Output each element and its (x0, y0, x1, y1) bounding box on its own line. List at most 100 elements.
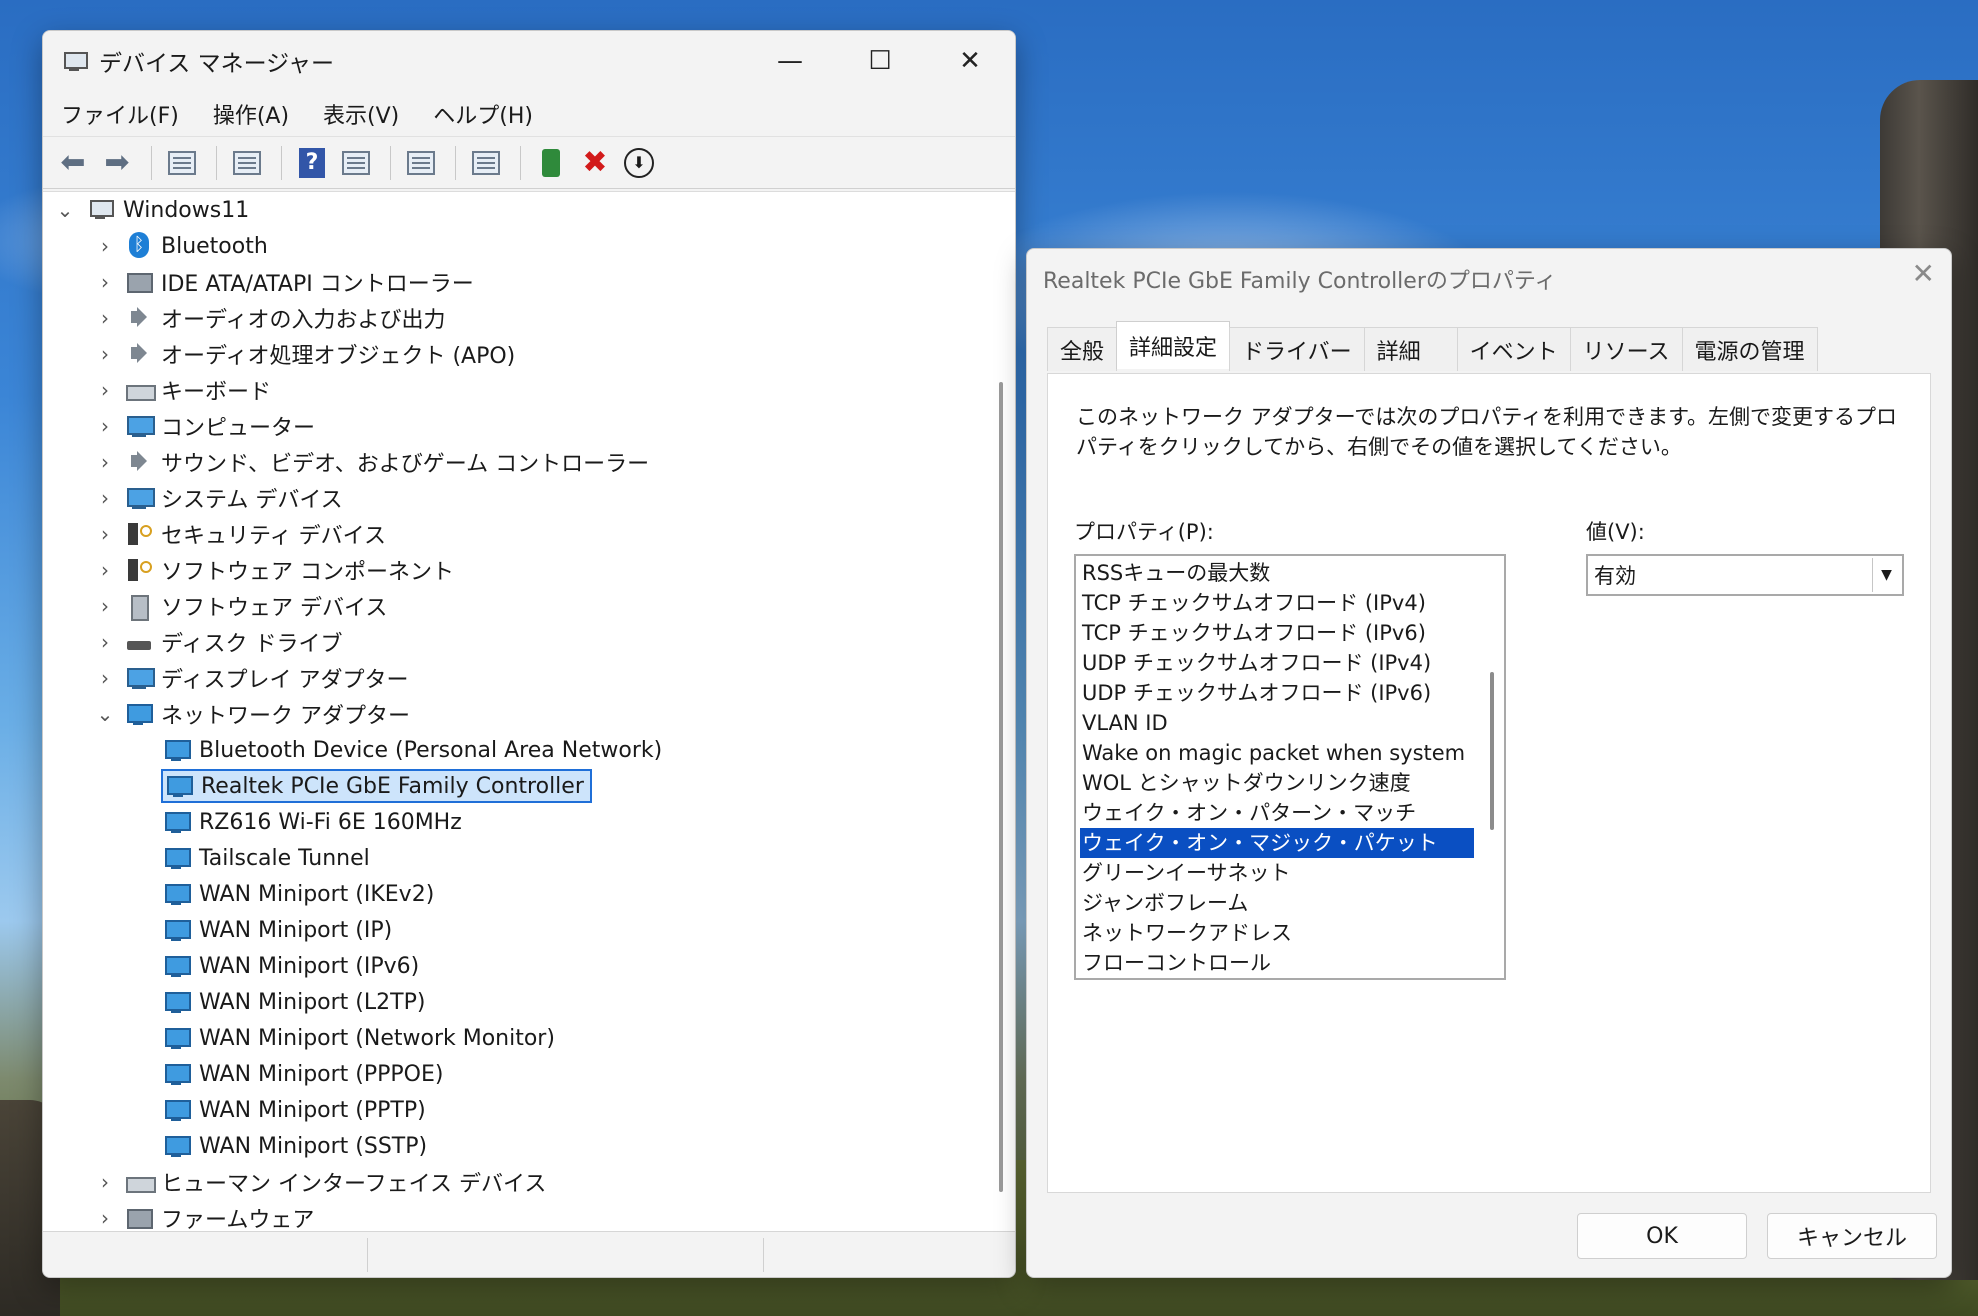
hid-icon (125, 1169, 156, 1195)
tree-root[interactable]: ⌄ Windows11 (53, 192, 250, 228)
network-adapter-item[interactable]: WAN Miniport (IP) (163, 912, 392, 948)
menu-action[interactable]: 操作(A) (213, 98, 289, 130)
action-pane-icon[interactable] (336, 143, 376, 183)
chevron-right-icon[interactable]: › (93, 378, 117, 402)
chevron-right-icon[interactable]: › (93, 306, 117, 330)
property-item-selected[interactable]: ウェイク・オン・マジック・パケット (1080, 828, 1474, 858)
chevron-right-icon[interactable]: › (93, 666, 117, 690)
display-devices-icon[interactable] (466, 143, 506, 183)
network-adapter-item[interactable]: WAN Miniport (IKEv2) (163, 876, 434, 912)
help-icon[interactable]: ? (292, 143, 332, 183)
property-item[interactable]: UDP チェックサムオフロード (IPv6) (1080, 678, 1474, 708)
show-hide-console-tree-icon[interactable] (162, 143, 202, 183)
property-item[interactable]: WOL とシャットダウンリンク速度 (1080, 768, 1474, 798)
property-item[interactable]: ネットワークアドレス (1080, 918, 1474, 948)
chevron-down-icon[interactable]: ▼ (1872, 558, 1900, 592)
tab-driver[interactable]: ドライバー (1229, 327, 1365, 371)
chevron-right-icon[interactable]: › (93, 1206, 117, 1230)
property-item[interactable]: VLAN ID (1080, 708, 1474, 738)
network-adapter-item[interactable]: WAN Miniport (IPv6) (163, 948, 419, 984)
network-adapter-item[interactable]: WAN Miniport (L2TP) (163, 984, 425, 1020)
tree-item-software-devices[interactable]: › ソフトウェア デバイス (93, 588, 387, 624)
dialog-close-button[interactable]: ✕ (1912, 257, 1935, 290)
chevron-right-icon[interactable]: › (93, 594, 117, 618)
tree-item-disk[interactable]: › ディスク ドライブ (93, 624, 342, 660)
tree-item-ide[interactable]: › IDE ATA/ATAPI コントローラー (93, 264, 474, 300)
tree-item-network[interactable]: ⌄ ネットワーク アダプター (93, 696, 410, 732)
property-item[interactable]: ウェイク・オン・パターン・マッチ (1080, 798, 1474, 828)
tab-details[interactable]: 詳細 (1363, 327, 1458, 371)
tree-scrollbar[interactable] (999, 382, 1003, 1192)
tree-item-display[interactable]: › ディスプレイ アダプター (93, 660, 408, 696)
tab-power-management[interactable]: 電源の管理 (1681, 327, 1818, 371)
menu-help[interactable]: ヘルプ(H) (433, 98, 533, 130)
chevron-right-icon[interactable]: › (93, 450, 117, 474)
network-adapter-item[interactable]: RZ616 Wi-Fi 6E 160MHz (163, 804, 462, 840)
value-select[interactable]: 有効 ▼ (1586, 554, 1904, 596)
menu-file[interactable]: ファイル(F) (61, 98, 179, 130)
uninstall-device-icon[interactable]: ✖ (575, 143, 615, 183)
update-driver-icon[interactable] (531, 143, 571, 183)
ok-button[interactable]: OK (1577, 1213, 1747, 1259)
chevron-right-icon[interactable]: › (93, 342, 117, 366)
computer-icon (125, 485, 155, 511)
network-adapter-item-selected[interactable]: Realtek PCIe GbE Family Controller (161, 769, 592, 803)
chevron-down-icon[interactable]: ⌄ (53, 198, 77, 222)
status-divider (763, 1238, 764, 1272)
network-adapter-item[interactable]: Bluetooth Device (Personal Area Network) (163, 732, 662, 768)
tree-item-label: ヒューマン インターフェイス デバイス (161, 1172, 547, 1197)
chevron-right-icon[interactable]: › (93, 630, 117, 654)
value-label: 値(V): (1586, 520, 1645, 544)
chevron-right-icon[interactable]: › (93, 558, 117, 582)
tab-advanced[interactable]: 詳細設定 (1116, 321, 1231, 369)
tab-events[interactable]: イベント (1456, 327, 1571, 371)
chevron-right-icon[interactable]: › (93, 270, 117, 294)
property-item[interactable]: TCP チェックサムオフロード (IPv4) (1080, 588, 1474, 618)
tree-item-system[interactable]: › システム デバイス (93, 480, 343, 516)
network-adapter-item[interactable]: WAN Miniport (PPTP) (163, 1092, 426, 1128)
chevron-right-icon[interactable]: › (93, 1170, 117, 1194)
property-item[interactable]: UDP チェックサムオフロード (IPv4) (1080, 648, 1474, 678)
network-adapter-item[interactable]: WAN Miniport (Network Monitor) (163, 1020, 555, 1056)
property-item[interactable]: フローコントロール (1080, 948, 1474, 978)
scan-hardware-changes-icon[interactable] (401, 143, 441, 183)
tab-general[interactable]: 全般 (1047, 327, 1118, 371)
property-item[interactable]: ジャンボフレーム (1080, 888, 1474, 918)
tree-item-bluetooth[interactable]: › Bluetooth (93, 228, 268, 264)
tree-item-computer[interactable]: › コンピューター (93, 408, 315, 444)
chevron-right-icon[interactable]: › (93, 486, 117, 510)
forward-arrow-icon[interactable]: ➡ (97, 143, 137, 183)
network-adapter-item[interactable]: WAN Miniport (PPPOE) (163, 1056, 443, 1092)
tree-item-audio-io[interactable]: › オーディオの入力および出力 (93, 300, 445, 336)
tree-item-sound[interactable]: › サウンド、ビデオ、およびゲーム コントローラー (93, 444, 649, 480)
close-button[interactable]: ✕ (925, 31, 1015, 91)
minimize-button[interactable]: — (745, 31, 835, 91)
tree-item-hid[interactable]: › ヒューマン インターフェイス デバイス (93, 1164, 546, 1200)
property-item[interactable]: グリーンイーサネット (1080, 858, 1474, 888)
maximize-button[interactable]: ☐ (835, 31, 925, 91)
network-adapter-icon (163, 917, 191, 943)
chevron-right-icon[interactable]: › (93, 522, 117, 546)
property-listbox[interactable]: RSSキューの最大数 TCP チェックサムオフロード (IPv4) TCP チェ… (1074, 554, 1506, 980)
chevron-right-icon[interactable]: › (93, 414, 117, 438)
cancel-button[interactable]: キャンセル (1767, 1213, 1937, 1259)
property-item[interactable]: TCP チェックサムオフロード (IPv6) (1080, 618, 1474, 648)
back-arrow-icon[interactable]: ⬅ (53, 143, 93, 183)
chevron-right-icon[interactable]: › (93, 234, 117, 258)
disk-icon (125, 629, 153, 655)
tab-resources[interactable]: リソース (1569, 327, 1683, 371)
tree-item-label: ディスプレイ アダプター (161, 668, 409, 693)
menu-view[interactable]: 表示(V) (323, 98, 399, 130)
tree-item-security[interactable]: › セキュリティ デバイス (93, 516, 386, 552)
property-item[interactable]: RSSキューの最大数 (1080, 558, 1474, 588)
property-item[interactable]: Wake on magic packet when system (1080, 738, 1474, 768)
disable-device-icon[interactable]: ⬇ (619, 143, 659, 183)
tree-item-software-components[interactable]: › ソフトウェア コンポーネント (93, 552, 454, 588)
tree-item-apo[interactable]: › オーディオ処理オブジェクト (APO) (93, 336, 515, 372)
network-adapter-item[interactable]: Tailscale Tunnel (163, 840, 370, 876)
properties-icon[interactable] (227, 143, 267, 183)
network-adapter-item[interactable]: WAN Miniport (SSTP) (163, 1128, 427, 1164)
tree-item-keyboard[interactable]: › キーボード (93, 372, 271, 408)
chevron-down-icon[interactable]: ⌄ (93, 702, 117, 726)
listbox-scrollbar[interactable] (1490, 672, 1494, 830)
